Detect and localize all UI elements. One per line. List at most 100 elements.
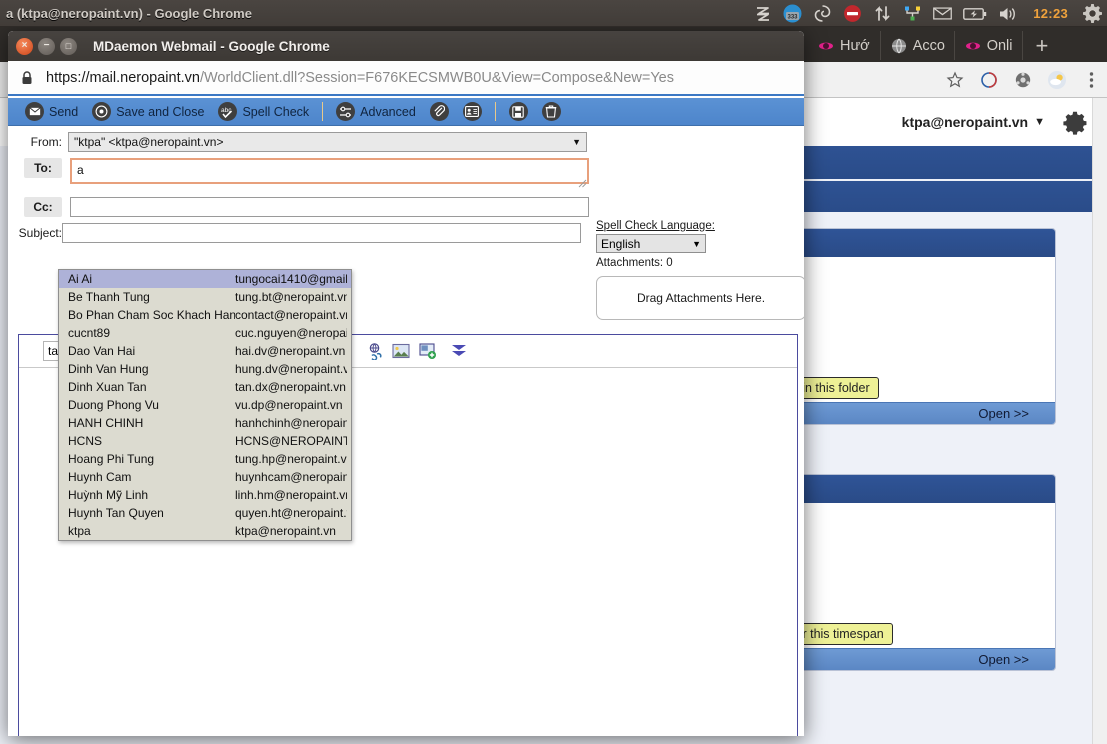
autocomplete-item[interactable]: Huynh Camhuynhcam@neropaint.vn bbox=[59, 468, 351, 486]
from-value: "ktpa" <ktpa@neropaint.vn> bbox=[74, 135, 223, 149]
minimize-icon: − bbox=[38, 38, 55, 55]
autocomplete-item[interactable]: Bo Phan Cham Soc Khach Hangcontact@nerop… bbox=[59, 306, 351, 324]
background-toolbar-actions bbox=[945, 62, 1101, 98]
autocomplete-item[interactable]: Dinh Xuan Tantan.dx@neropaint.vn bbox=[59, 378, 351, 396]
spell-check-button[interactable]: abc Spell Check bbox=[211, 98, 316, 126]
cc-control bbox=[70, 197, 589, 217]
autocomplete-item-name: Dao Van Hai bbox=[68, 344, 235, 358]
autocomplete-item-email: tung.hp@neropaint.vn bbox=[235, 452, 347, 466]
autocomplete-item[interactable]: Dao Van Haihai.dv@neropaint.vn bbox=[59, 342, 351, 360]
background-user-email[interactable]: ktpa@neropaint.vn bbox=[902, 114, 1028, 130]
insert-link-icon[interactable] bbox=[362, 339, 386, 363]
autocomplete-item-email: tungocai1410@gmail.com bbox=[235, 272, 347, 286]
autocomplete-item-name: Dinh Van Hung bbox=[68, 362, 235, 376]
window-maximize-button[interactable]: □ bbox=[60, 38, 77, 55]
star-icon[interactable] bbox=[945, 70, 965, 90]
recipient-autocomplete-dropdown[interactable]: Ai Aitungocai1410@gmail.com Be Thanh Tun… bbox=[58, 269, 352, 541]
background-page-scrollbar[interactable] bbox=[1092, 98, 1107, 744]
autocomplete-item[interactable]: Duong Phong Vuvu.dp@neropaint.vn bbox=[59, 396, 351, 414]
delete-button[interactable] bbox=[535, 98, 568, 126]
autocomplete-item[interactable]: HCNSHCNS@NEROPAINT.VN bbox=[59, 432, 351, 450]
insert-media-icon[interactable] bbox=[416, 339, 440, 363]
autocomplete-item-name: cucnt89 bbox=[68, 326, 235, 340]
autocomplete-item[interactable]: Hoang Phi Tungtung.hp@neropaint.vn bbox=[59, 450, 351, 468]
battery-icon[interactable] bbox=[963, 4, 987, 23]
chevron-down-icon: ▼ bbox=[692, 239, 701, 249]
autocomplete-item-email: contact@neropaint.vn bbox=[235, 308, 347, 322]
autocomplete-item[interactable]: HANH CHINHhanhchinh@neropaint.vn bbox=[59, 414, 351, 432]
do-not-enter-icon[interactable] bbox=[843, 4, 862, 23]
from-select[interactable]: "ktpa" <ktpa@neropaint.vn> ▼ bbox=[68, 132, 587, 152]
menu-dots-icon[interactable] bbox=[1081, 70, 1101, 90]
envelope-icon bbox=[25, 102, 44, 121]
more-chevrons-icon[interactable] bbox=[447, 339, 471, 363]
volume-icon[interactable] bbox=[998, 4, 1020, 23]
cc-row: Cc: bbox=[16, 197, 796, 217]
gear-icon[interactable] bbox=[1061, 108, 1089, 136]
autocomplete-item-email: vu.dp@neropaint.vn bbox=[235, 398, 347, 412]
pink-icon bbox=[965, 38, 981, 54]
clock-save-icon bbox=[92, 102, 111, 121]
advanced-button[interactable]: Advanced bbox=[329, 98, 423, 126]
globe-icon bbox=[891, 38, 907, 54]
window-close-button[interactable]: × bbox=[16, 38, 33, 55]
autocomplete-item-email: quyen.ht@neropaint.vn bbox=[235, 506, 347, 520]
autocomplete-item[interactable]: Huỳnh Mỹ Linhlinh.hm@neropaint.vn bbox=[59, 486, 351, 504]
unity-window-title: a (ktpa@neropaint.vn) - Google Chrome bbox=[0, 6, 252, 21]
omnibox-url: https://mail.neropaint.vn/WorldClient.dl… bbox=[46, 70, 674, 86]
circle-loader-icon[interactable] bbox=[979, 70, 999, 90]
user-dropdown-caret[interactable]: ▼ bbox=[1034, 116, 1045, 128]
autocomplete-item[interactable]: Ai Aitungocai1410@gmail.com bbox=[59, 270, 351, 288]
url-path: /WorldClient.dll?Session=F676KECSMWB0U&V… bbox=[200, 70, 674, 86]
autocomplete-item[interactable]: Be Thanh Tungtung.bt@neropaint.vn bbox=[59, 288, 351, 306]
cc-input[interactable] bbox=[70, 197, 589, 217]
autocomplete-item[interactable]: ktpaktpa@neropaint.vn bbox=[59, 522, 351, 540]
background-tab-label: Hướ bbox=[840, 38, 870, 54]
subject-label: Subject: bbox=[16, 223, 62, 240]
autocomplete-item-email: HCNS@NEROPAINT.VN bbox=[235, 434, 347, 448]
autocomplete-item-email: cuc.nguyen@neropaint.vn bbox=[235, 326, 347, 340]
autocomplete-item[interactable]: Dinh Van Hunghung.dv@neropaint.vn bbox=[59, 360, 351, 378]
omnibox[interactable]: https://mail.neropaint.vn/WorldClient.dl… bbox=[8, 61, 804, 96]
send-button[interactable]: Send bbox=[18, 98, 85, 126]
background-tab-label: Onli bbox=[987, 38, 1013, 54]
autocomplete-item-name: Duong Phong Vu bbox=[68, 398, 235, 412]
spell-check-language-value: English bbox=[601, 237, 640, 251]
from-row: From: "ktpa" <ktpa@neropaint.vn> ▼ bbox=[16, 132, 796, 152]
save-draft-button[interactable] bbox=[502, 98, 535, 126]
to-input[interactable] bbox=[70, 158, 589, 184]
spell-check-language-select[interactable]: English ▼ bbox=[596, 234, 706, 253]
window-minimize-button[interactable]: − bbox=[38, 38, 55, 55]
gear-icon[interactable] bbox=[1081, 4, 1103, 23]
subject-input[interactable] bbox=[62, 223, 581, 243]
autocomplete-item-name: ktpa bbox=[68, 524, 235, 538]
autocomplete-item[interactable]: cucnt89cuc.nguyen@neropaint.vn bbox=[59, 324, 351, 342]
save-and-close-button[interactable]: Save and Close bbox=[85, 98, 211, 126]
window-title: MDaemon Webmail - Google Chrome bbox=[93, 39, 330, 54]
attachment-dropzone[interactable]: Drag Attachments Here. bbox=[596, 276, 804, 320]
autocomplete-item-email: tan.dx@neropaint.vn bbox=[235, 380, 347, 394]
background-new-tab-button[interactable]: + bbox=[1023, 35, 1060, 57]
contacts-button[interactable] bbox=[456, 98, 489, 126]
wheel-icon[interactable] bbox=[1013, 70, 1033, 90]
unity-top-panel: a (ktpa@neropaint.vn) - Google Chrome 33… bbox=[0, 0, 1107, 27]
insert-image-icon[interactable] bbox=[389, 339, 413, 363]
spiral-icon[interactable] bbox=[813, 4, 832, 23]
envelope-icon[interactable] bbox=[933, 4, 952, 23]
weather-icon[interactable] bbox=[1047, 70, 1067, 90]
autocomplete-item-email: linh.hm@neropaint.vn bbox=[235, 488, 347, 502]
background-tab-0[interactable]: Hướ bbox=[808, 31, 881, 60]
autocomplete-item-name: HANH CHINH bbox=[68, 416, 235, 430]
to-label: To: bbox=[24, 158, 62, 178]
y-branch-icon[interactable] bbox=[903, 4, 922, 23]
background-tab-1[interactable]: Acco bbox=[881, 31, 955, 60]
attach-button[interactable] bbox=[423, 98, 456, 126]
network-updown-icon[interactable] bbox=[873, 4, 892, 23]
z-icon[interactable] bbox=[753, 4, 772, 23]
autocomplete-item[interactable]: Huynh Tan Quyenquyen.ht@neropaint.vn bbox=[59, 504, 351, 522]
autocomplete-item-name: Huynh Cam bbox=[68, 470, 235, 484]
background-tab-2[interactable]: Onli bbox=[955, 31, 1024, 60]
clock[interactable]: 12:23 bbox=[1031, 6, 1070, 21]
counter-333-icon[interactable]: 333 bbox=[783, 4, 802, 23]
sliders-icon bbox=[336, 102, 355, 121]
